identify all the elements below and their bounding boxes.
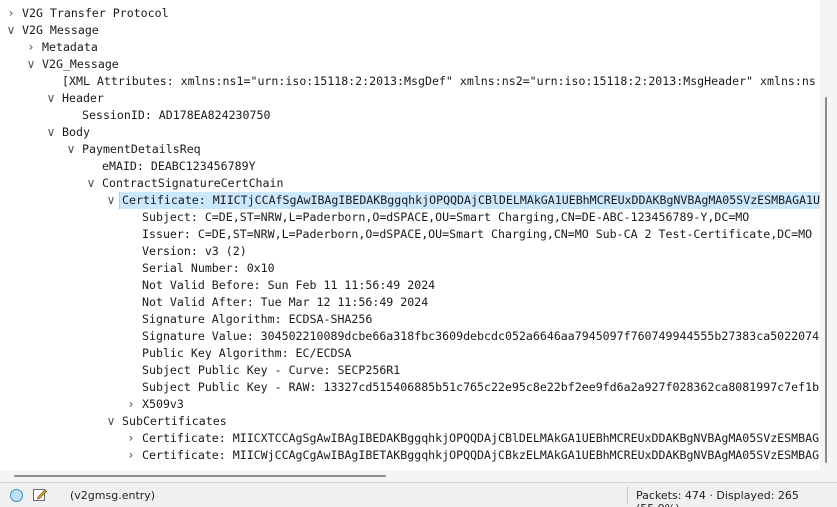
edit-pencil-icon[interactable] (32, 487, 48, 503)
tree-row[interactable]: ∨ V2G Message (0, 22, 820, 39)
tree-row-label: X509v3 (142, 397, 184, 411)
tree-row[interactable]: Not Valid Before: Sun Feb 11 11:56:49 20… (0, 277, 820, 294)
tree-row-label: Serial Number: 0x10 (142, 261, 275, 275)
tree-row-label: Signature Algorithm: ECDSA-SHA256 (142, 312, 373, 326)
status-bar: (v2gmsg.entry) Packets: 474 · Displayed:… (0, 482, 837, 507)
tree-row[interactable]: ∨ Header (0, 90, 820, 107)
chevron-down-icon[interactable]: ∨ (85, 175, 97, 192)
tree-row-label: Metadata (42, 40, 98, 54)
tree-row[interactable]: SessionID: AD178EA824230750 (0, 107, 820, 124)
tree-row[interactable]: Public Key Algorithm: EC/ECDSA (0, 345, 820, 362)
chevron-down-icon[interactable]: ∨ (5, 22, 17, 39)
tree-row[interactable]: Subject Public Key - RAW: 13327cd5154068… (0, 379, 820, 396)
tree-row-label: Version: v3 (2) (142, 244, 247, 258)
tree-row-label: Subject Public Key - Curve: SECP256R1 (142, 363, 401, 377)
tree-row-label: Certificate: MIICTjCCAfSgAwIBAgIBEDAKBgg… (118, 192, 820, 209)
tree-row[interactable]: Signature Algorithm: ECDSA-SHA256 (0, 311, 820, 328)
tree-row[interactable]: Serial Number: 0x10 (0, 260, 820, 277)
horizontal-scrollbar[interactable] (0, 470, 820, 482)
chevron-right-icon[interactable]: › (125, 430, 137, 447)
tree-row-label: Subject Public Key - RAW: 13327cd5154068… (142, 380, 820, 394)
chevron-right-icon[interactable]: › (125, 447, 137, 464)
tree-row-label: Header (62, 91, 104, 105)
tree-row[interactable]: ∨ Body (0, 124, 820, 141)
tree-row-label: Issuer: C=DE,ST=NRW,L=Paderborn,O=dSPACE… (142, 227, 813, 241)
chevron-right-icon[interactable]: › (5, 5, 17, 22)
tree-row[interactable]: ∨ Certificate: MIICTjCCAfSgAwIBAgIBEDAKBg… (0, 192, 820, 209)
tree-row-label: Subject: C=DE,ST=NRW,L=Paderborn,O=dSPAC… (142, 210, 750, 224)
tree-row[interactable]: Subject: C=DE,ST=NRW,L=Paderborn,O=dSPAC… (0, 209, 820, 226)
chevron-down-icon[interactable]: ∨ (25, 56, 37, 73)
tree-row[interactable]: Not Valid After: Tue Mar 12 11:56:49 202… (0, 294, 820, 311)
tree-row-label: Not Valid After: Tue Mar 12 11:56:49 202… (142, 295, 429, 309)
tree-row-label: Body (62, 125, 90, 139)
tree-row[interactable]: › X509v3 (0, 396, 820, 413)
tree-row[interactable]: Signature Value: 304502210089dcbe66a318f… (0, 328, 820, 345)
tree-row[interactable]: Subject Public Key - Curve: SECP256R1 (0, 362, 820, 379)
tree-row-label: eMAID: DEABC123456789Y (102, 159, 256, 173)
tree-row[interactable]: › Certificate: MIICXTCCAgSgAwIBAgIBEDAKBg… (0, 430, 820, 447)
tree-row-label: [XML Attributes: xmlns:ns1="urn:iso:1511… (62, 74, 816, 88)
tree-row[interactable]: ∨ V2G_Message (0, 56, 820, 73)
vertical-scrollbar[interactable] (820, 0, 837, 470)
tree-row[interactable]: ∨ SubCertificates (0, 413, 820, 430)
tree-row-label: ContractSignatureCertChain (102, 176, 284, 190)
tree-row-label: Certificate: MIICXTCCAgSgAwIBAgIBEDAKBgg… (142, 431, 820, 445)
tree-row[interactable]: ∨ PaymentDetailsReq (0, 141, 820, 158)
packet-details-window: › V2G Transfer Protocol ∨ V2G Message › Metad… (0, 0, 837, 507)
horizontal-scrollbar-thumb[interactable] (14, 475, 386, 477)
circle-icon[interactable] (10, 489, 23, 502)
tree-row-label: Public Key Algorithm: EC/ECDSA (142, 346, 352, 360)
tree-row-label: PaymentDetailsReq (82, 142, 201, 156)
tree-row-label: V2G Transfer Protocol (22, 6, 169, 20)
tree-row-label: SubCertificates (122, 414, 227, 428)
tree-row[interactable]: › V2G Transfer Protocol (0, 5, 820, 22)
tree-row[interactable]: ∨ ContractSignatureCertChain (0, 175, 820, 192)
tree-row[interactable]: › Certificate: MIICWjCCAgCgAwIBAgIBETAKBg… (0, 447, 820, 464)
chevron-down-icon[interactable]: ∨ (45, 90, 57, 107)
chevron-down-icon[interactable]: ∨ (65, 141, 77, 158)
tree-row[interactable]: eMAID: DEABC123456789Y (0, 158, 820, 175)
tree-row-label: Signature Value: 304502210089dcbe66a318f… (142, 329, 820, 343)
tree-row-label: V2G_Message (42, 57, 119, 71)
tree-row-label: V2G Message (22, 23, 99, 37)
packet-count-text: Packets: 474 · Displayed: 265 (55.9%) (636, 489, 799, 507)
scrollbar-corner (820, 470, 837, 482)
tree-row-label: SessionID: AD178EA824230750 (82, 108, 271, 122)
vertical-scrollbar-thumb[interactable] (825, 97, 827, 463)
display-filter-text: (v2gmsg.entry) (70, 489, 156, 502)
tree-row[interactable]: Issuer: C=DE,ST=NRW,L=Paderborn,O=dSPACE… (0, 226, 820, 243)
chevron-right-icon[interactable]: › (125, 396, 137, 413)
tree-row[interactable]: [XML Attributes: xmlns:ns1="urn:iso:1511… (0, 73, 820, 90)
chevron-down-icon[interactable]: ∨ (105, 192, 117, 209)
tree-row[interactable]: › Metadata (0, 39, 820, 56)
status-separator (627, 486, 628, 504)
chevron-down-icon[interactable]: ∨ (105, 413, 117, 430)
chevron-right-icon[interactable]: › (25, 39, 37, 56)
packet-tree[interactable]: › V2G Transfer Protocol ∨ V2G Message › Metad… (0, 0, 820, 470)
tree-row-label: Certificate: MIICWjCCAgCgAwIBAgIBETAKBgg… (142, 448, 820, 462)
tree-row-label: Not Valid Before: Sun Feb 11 11:56:49 20… (142, 278, 436, 292)
tree-row[interactable]: Version: v3 (2) (0, 243, 820, 260)
chevron-down-icon[interactable]: ∨ (45, 124, 57, 141)
